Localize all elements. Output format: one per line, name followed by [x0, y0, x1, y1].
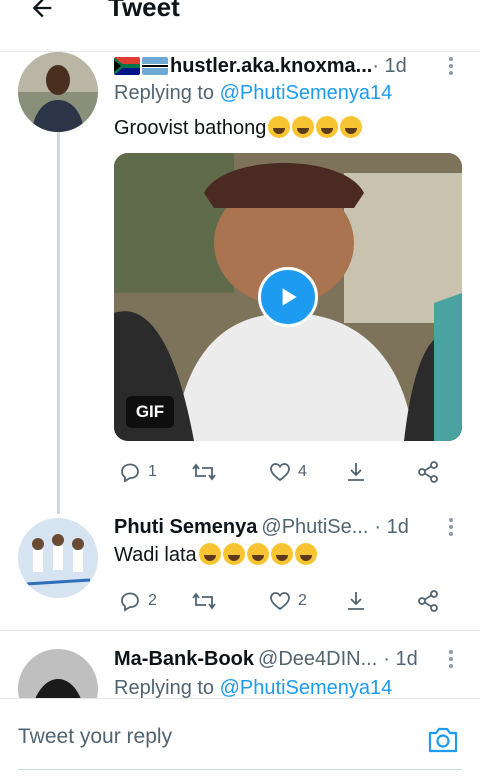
joy-emoji-icon: [270, 543, 293, 565]
reply-input[interactable]: Tweet your reply: [18, 725, 172, 749]
replying-to-line: Replying to @PhutiSemenya14: [114, 82, 392, 105]
tweet-text: Wadi lata: [114, 543, 317, 567]
like-button[interactable]: 4: [268, 456, 307, 488]
tweet-timestamp: · 1d: [383, 647, 418, 670]
retweet-button[interactable]: [190, 585, 218, 617]
tweet-divider: [0, 630, 480, 631]
reply-button[interactable]: 1: [118, 456, 157, 488]
tweet-text: Groovist bathong: [114, 116, 363, 140]
rofl-emoji-icon: [316, 116, 339, 138]
like-button[interactable]: 2: [268, 585, 307, 617]
reply-count: 2: [148, 592, 157, 609]
replying-prefix: Replying to: [114, 82, 220, 104]
more-options-icon[interactable]: [448, 517, 454, 537]
display-name[interactable]: Ma-Bank-Book: [114, 648, 254, 671]
camera-icon: [428, 727, 458, 753]
play-icon: [282, 288, 297, 306]
replying-to-link[interactable]: @PhutiSemenya14: [220, 677, 393, 698]
user-handle[interactable]: @Dee4DIN...: [258, 648, 377, 671]
joy-emoji-icon: [294, 543, 317, 565]
reply-button[interactable]: 2: [118, 585, 157, 617]
tweet-actions: 1 4: [114, 456, 454, 488]
more-options-icon[interactable]: [448, 649, 454, 669]
display-name[interactable]: Phuti Semenya: [114, 516, 257, 539]
heart-icon: [270, 592, 290, 611]
avatar[interactable]: [18, 518, 98, 598]
share-network-button[interactable]: [416, 456, 440, 488]
joy-emoji-icon: [246, 543, 269, 565]
tweet-2[interactable]: Phuti Semenya @PhutiSe... · 1d Wadi lata…: [0, 513, 480, 630]
arrow-left-icon: [32, 0, 52, 18]
joy-emoji-icon: [292, 116, 315, 138]
like-count: 2: [298, 592, 307, 609]
more-options-icon[interactable]: [448, 56, 454, 76]
page-title: Tweet: [108, 0, 180, 22]
back-button[interactable]: [22, 0, 62, 28]
tweet-1[interactable]: hustler.aka.knoxma... · 1d Replying to @…: [0, 52, 480, 517]
share-network-button[interactable]: [416, 585, 440, 617]
gif-media[interactable]: GIF: [114, 153, 462, 441]
reply-count: 1: [148, 463, 157, 480]
botswana-flag-icon: [142, 57, 168, 75]
reply-input-underline: [18, 769, 462, 770]
share-button[interactable]: [344, 585, 368, 617]
tweet-timestamp: · 1d: [374, 515, 409, 538]
replying-to-link[interactable]: @PhutiSemenya14: [220, 82, 393, 104]
retweet-icon: [192, 592, 216, 610]
replying-prefix: Replying to: [114, 677, 220, 698]
camera-button[interactable]: [426, 723, 460, 757]
display-name[interactable]: hustler.aka.knoxma...: [170, 55, 372, 78]
share-button[interactable]: [344, 456, 368, 488]
heart-icon: [270, 463, 290, 482]
tweet-actions: 2 2: [114, 585, 454, 617]
share-icon: [348, 463, 364, 481]
crying-emoji-icon: [198, 543, 221, 565]
share-icon: [348, 592, 364, 610]
reply-icon: [121, 463, 139, 483]
top-bar: Tweet: [0, 0, 480, 52]
avatar[interactable]: [18, 649, 98, 698]
avatar[interactable]: [18, 52, 98, 132]
like-count: 4: [298, 463, 307, 480]
retweet-icon: [192, 463, 216, 481]
south-africa-flag-icon: [114, 57, 140, 75]
gif-badge: GIF: [126, 396, 174, 428]
share-network-icon: [418, 590, 438, 612]
tweet-text-body: Groovist bathong: [114, 117, 267, 139]
reply-icon: [121, 592, 139, 612]
user-handle[interactable]: @PhutiSe...: [261, 516, 368, 539]
share-network-icon: [418, 461, 438, 483]
replying-to-line: Replying to @PhutiSemenya14: [114, 677, 392, 698]
rofl-emoji-icon: [268, 116, 291, 138]
tweet-3[interactable]: Ma-Bank-Book @Dee4DIN... · 1d Replying t…: [0, 643, 480, 698]
tweet-text-body: Wadi lata: [114, 544, 197, 566]
tweet-timestamp: · 1d: [372, 54, 407, 77]
play-button[interactable]: [258, 267, 318, 327]
reply-composer: Tweet your reply: [0, 698, 480, 777]
joy-emoji-icon: [340, 116, 363, 138]
retweet-button[interactable]: [190, 456, 218, 488]
joy-emoji-icon: [222, 543, 245, 565]
